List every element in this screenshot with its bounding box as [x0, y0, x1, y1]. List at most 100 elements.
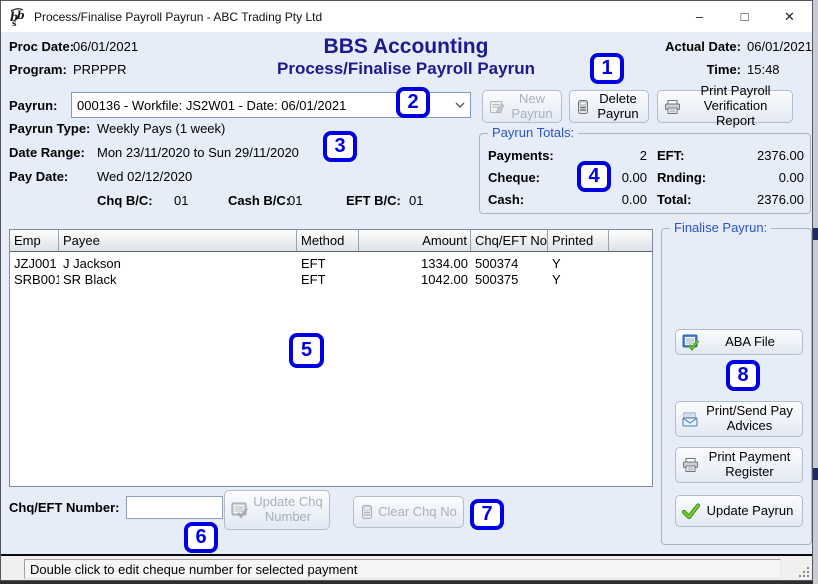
- update-payrun-button[interactable]: Update Payrun: [675, 495, 803, 527]
- payrun-type-value: Weekly Pays (1 week): [97, 121, 225, 136]
- totals-row: Cheque: 0.00 Rnding: 0.00: [488, 170, 804, 186]
- callout-1: 1: [590, 53, 624, 84]
- cell-chq-eft-no: 500374: [471, 256, 548, 271]
- chq-bc-value: 01: [174, 193, 188, 208]
- chq-eft-number-input[interactable]: [126, 496, 223, 519]
- cell-emp: JZJ001: [10, 256, 59, 271]
- delete-payrun-button[interactable]: Delete Payrun: [569, 90, 649, 123]
- pay-date-value: Wed 02/12/2020: [97, 169, 192, 184]
- edge-artifact: [813, 468, 818, 480]
- close-button[interactable]: ✕: [767, 1, 812, 32]
- time-value: 15:48: [747, 62, 780, 77]
- update-chq-number-label: Update Chq Number: [251, 495, 325, 525]
- print-send-pay-advices-label: Print/Send Pay Advices: [701, 404, 798, 434]
- printer-icon: [682, 457, 699, 473]
- table-body: JZJ001 J Jackson EFT 1334.00 500374 Y SR…: [10, 252, 652, 287]
- cell-chq-eft-no: 500375: [471, 272, 548, 287]
- chevron-down-icon[interactable]: [450, 93, 470, 117]
- minimize-button[interactable]: –: [677, 1, 722, 32]
- totals-label: Payments:: [488, 148, 580, 164]
- window-title: Process/Finalise Payroll Payrun - ABC Tr…: [34, 10, 322, 24]
- title-bar: b b s Process/Finalise Payroll Payrun - …: [1, 1, 812, 32]
- cell-payee: J Jackson: [59, 256, 297, 271]
- payrun-type-label: Payrun Type:: [9, 121, 90, 136]
- pay-date-label: Pay Date:: [9, 169, 68, 184]
- proc-date-label: Proc Date:: [9, 39, 74, 54]
- eft-bc-label: EFT B/C:: [346, 193, 401, 208]
- new-document-icon: [489, 99, 505, 115]
- delete-payrun-label: Delete Payrun: [592, 92, 644, 122]
- cash-bc-value: 01: [288, 193, 302, 208]
- cell-payee: SR Black: [59, 272, 297, 287]
- cell-amount: 1334.00: [359, 256, 471, 271]
- callout-3: 3: [323, 131, 357, 162]
- maximize-button[interactable]: □: [722, 1, 767, 32]
- screen-edge-strip: [813, 0, 818, 584]
- totals-label: EFT:: [657, 148, 719, 164]
- svg-text:b: b: [17, 9, 25, 22]
- column-header-printed[interactable]: Printed: [548, 230, 609, 251]
- cell-emp: SRB001: [10, 272, 59, 287]
- print-payment-register-label: Print Payment Register: [701, 450, 798, 480]
- aba-file-button[interactable]: ABA File: [675, 329, 803, 355]
- totals-label: Cash:: [488, 192, 580, 208]
- app-window: b b s Process/Finalise Payroll Payrun - …: [0, 0, 813, 581]
- totals-label: Cheque:: [488, 170, 580, 186]
- printer-icon: [664, 99, 681, 115]
- callout-2: 2: [396, 87, 430, 118]
- totals-label: Rnding:: [657, 170, 719, 186]
- resize-grip[interactable]: [797, 565, 809, 577]
- update-chq-number-button[interactable]: Update Chq Number: [224, 490, 330, 530]
- chq-eft-number-label: Chq/EFT Number:: [9, 500, 120, 515]
- table-row[interactable]: SRB001 SR Black EFT 1042.00 500375 Y: [10, 271, 652, 287]
- new-payrun-button[interactable]: New Payrun: [482, 90, 562, 123]
- actual-date-value: 06/01/2021: [747, 39, 812, 54]
- eft-bc-value: 01: [409, 193, 423, 208]
- print-verification-button[interactable]: Print Payroll Verification Report: [657, 90, 793, 123]
- time-label: Time:: [621, 62, 741, 77]
- column-header-amount[interactable]: Amount: [359, 230, 471, 251]
- totals-value: 0.00: [719, 170, 804, 186]
- envelope-icon: [682, 412, 699, 427]
- finalise-payrun-title: Finalise Payrun:: [670, 220, 771, 235]
- cell-method: EFT: [297, 272, 359, 287]
- disk-check-icon-disabled: [231, 502, 249, 519]
- print-verification-label: Print Payroll Verification Report: [683, 84, 788, 129]
- callout-8: 8: [726, 360, 760, 391]
- column-header-payee[interactable]: Payee: [59, 230, 297, 251]
- cell-amount: 1042.00: [359, 272, 471, 287]
- main-content: Proc Date: 06/01/2021 Program: PRPPPR BB…: [1, 32, 812, 556]
- program-label: Program:: [9, 62, 67, 77]
- print-send-pay-advices-button[interactable]: Print/Send Pay Advices: [675, 401, 803, 437]
- actual-date-label: Actual Date:: [621, 39, 741, 54]
- date-range-value: Mon 23/11/2020 to Sun 29/11/2020: [97, 145, 299, 160]
- clear-chq-no-button[interactable]: Clear Chq No: [353, 496, 464, 528]
- totals-row: Cash: 0.00 Total: 2376.00: [488, 192, 804, 208]
- column-header-emp[interactable]: Emp: [10, 230, 59, 251]
- callout-5: 5: [289, 333, 324, 368]
- print-payment-register-button[interactable]: Print Payment Register: [675, 447, 803, 483]
- payments-table: Emp Payee Method Amount Chq/EFT No Print…: [9, 229, 653, 487]
- payrun-selected-value: 000136 - Workfile: JS2W01 - Date: 06/01/…: [72, 98, 450, 113]
- bbs-logo-icon: b b s: [8, 7, 28, 27]
- column-header-method[interactable]: Method: [297, 230, 359, 251]
- shredder-bin-icon-disabled: [360, 504, 374, 520]
- table-row[interactable]: JZJ001 J Jackson EFT 1334.00 500374 Y: [10, 255, 652, 271]
- update-payrun-label: Update Payrun: [702, 504, 798, 519]
- totals-label: Total:: [657, 192, 719, 208]
- totals-value: 2376.00: [719, 148, 804, 164]
- chq-bc-label: Chq B/C:: [97, 193, 153, 208]
- shredder-bin-icon: [576, 99, 590, 115]
- edge-artifact: [813, 228, 818, 240]
- payrun-totals-title: Payrun Totals:: [488, 125, 578, 140]
- callout-7: 7: [470, 499, 504, 530]
- column-header-chq-eft-no[interactable]: Chq/EFT No: [471, 230, 548, 251]
- aba-file-label: ABA File: [702, 335, 798, 350]
- status-bar: Double click to edit cheque number for s…: [1, 554, 812, 580]
- cash-bc-label: Cash B/C:: [228, 193, 290, 208]
- status-message: Double click to edit cheque number for s…: [24, 559, 781, 579]
- new-payrun-label: New Payrun: [507, 92, 557, 122]
- green-check-icon: [682, 503, 700, 519]
- svg-text:s: s: [12, 18, 17, 27]
- totals-value: 0.00: [580, 192, 647, 208]
